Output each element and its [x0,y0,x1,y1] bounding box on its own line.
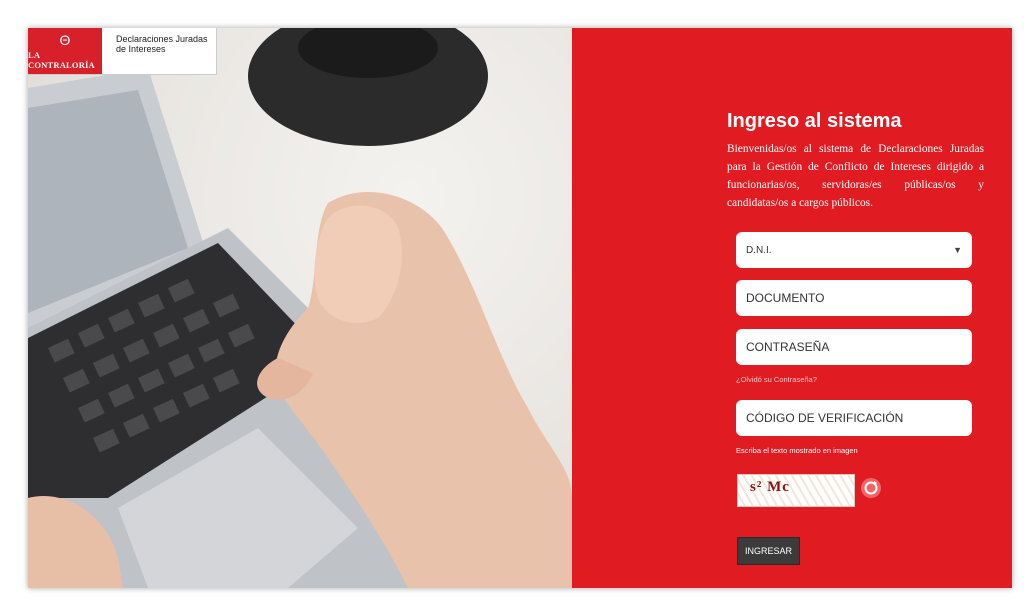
document-type-value: D.N.I. [746,244,772,256]
logo-brand-name: LA CONTRALORÍA [28,49,95,70]
contraloria-emblem-icon: Θ [59,31,71,48]
system-name: Declaraciones Juradas de Intereses [102,28,208,74]
laptop-typing-illustration [28,28,572,588]
login-panel: Ingreso al sistema Bienvenidas/os al sis… [572,28,1012,588]
verification-code-input[interactable]: CÓDIGO DE VERIFICACIÓN [736,400,972,436]
captcha-image: s² Mc [737,474,855,507]
password-input[interactable]: CONTRASEÑA [736,329,972,365]
page-title: Ingreso al sistema [727,110,902,132]
refresh-icon[interactable] [860,477,882,499]
chevron-down-icon: ▼ [953,245,962,255]
welcome-description: Bienvenidas/os al sistema de Declaracion… [727,143,984,209]
contraloria-logo: Θ LA CONTRALORÍA [28,28,102,74]
submit-button[interactable]: INGRESAR [737,537,800,565]
brand-logo[interactable]: Θ LA CONTRALORÍA Declaraciones Juradas d… [28,28,217,75]
document-placeholder: DOCUMENTO [746,291,825,305]
login-page: Θ LA CONTRALORÍA Declaraciones Juradas d… [28,28,1012,588]
document-input[interactable]: DOCUMENTO [736,280,972,316]
forgot-password-link[interactable]: ¿Olvidó su Contraseña? [736,375,817,384]
system-name-line1: Declaraciones Juradas [116,34,208,44]
verification-placeholder: CÓDIGO DE VERIFICACIÓN [746,411,904,425]
document-type-select[interactable]: D.N.I. ▼ [736,232,972,268]
system-name-line2: de Intereses [116,44,166,54]
captcha-hint: Escriba el texto mostrado en imagen [736,446,858,455]
captcha-text: s² Mc [750,479,790,495]
password-placeholder: CONTRASEÑA [746,340,830,354]
laptop-typing-photo: Θ LA CONTRALORÍA Declaraciones Juradas d… [28,28,572,588]
